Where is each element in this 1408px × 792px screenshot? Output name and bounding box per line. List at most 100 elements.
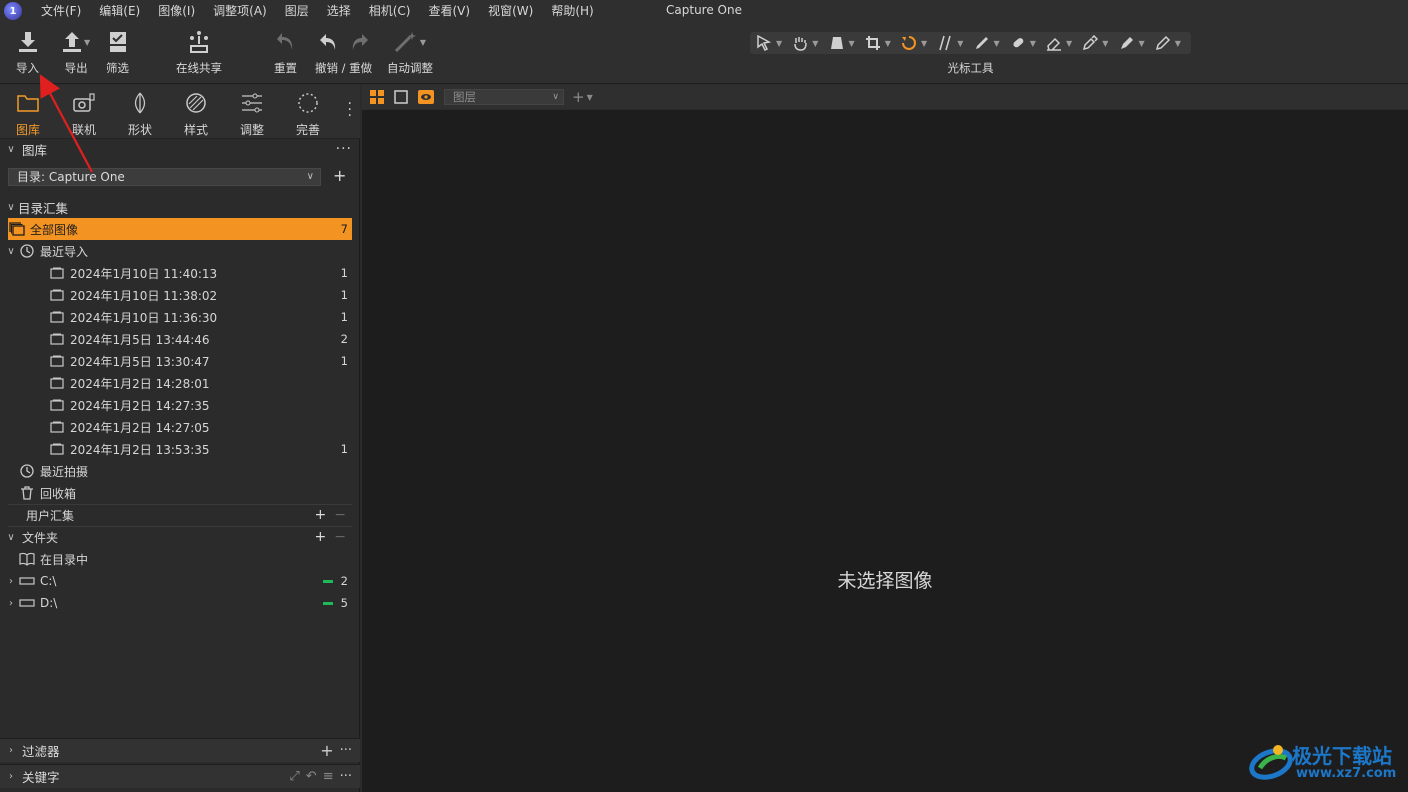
- recent-imports-item[interactable]: ∨ 最近导入: [7, 240, 352, 262]
- import-session-label: 2024年1月2日 14:27:35: [70, 398, 210, 413]
- undo-redo-button[interactable]: 撤销 / 重做: [315, 28, 372, 76]
- hand-icon: [794, 37, 807, 51]
- keystone-tool[interactable]: ▼: [829, 32, 865, 54]
- tab-tether[interactable]: 联机: [56, 91, 112, 138]
- drive-c-item[interactable]: › C:\ 2: [8, 570, 352, 592]
- expand-icon[interactable]: ⤢: [289, 769, 299, 784]
- brush-tool[interactable]: ▼: [974, 32, 1010, 54]
- more-options-icon[interactable]: ···: [340, 769, 352, 784]
- rotate-tool[interactable]: ▼: [901, 32, 937, 54]
- menu-image[interactable]: 图像(I): [149, 0, 204, 22]
- undo-redo-icons: [319, 28, 369, 56]
- menu-view[interactable]: 查看(V): [420, 0, 480, 22]
- menu-help[interactable]: 帮助(H): [542, 0, 602, 22]
- app-logo-icon[interactable]: 1: [4, 2, 22, 20]
- pointer-icon: [757, 35, 772, 51]
- straighten-tool[interactable]: ▼: [937, 32, 973, 54]
- chevron-down-icon: ∨: [306, 171, 314, 182]
- keywords-panel-header[interactable]: › 关键字 ⤢ ↶ ≡ ···: [0, 764, 360, 788]
- remove-icon[interactable]: −: [334, 507, 346, 523]
- straighten-icon: [939, 35, 951, 51]
- online-share-button[interactable]: 在线共享: [176, 28, 222, 76]
- filter-button[interactable]: 筛选: [106, 28, 129, 76]
- more-tabs-icon[interactable]: · · ·: [348, 97, 352, 123]
- image-icon: [48, 289, 66, 301]
- reset-icon[interactable]: ↶: [306, 769, 317, 784]
- drive-c-count-wrap: 2: [322, 574, 348, 588]
- import-session-item[interactable]: 2024年1月2日 14:27:35: [8, 394, 352, 416]
- tab-style[interactable]: 样式: [168, 91, 224, 138]
- filters-panel-header[interactable]: › 过滤器 + ···: [0, 738, 360, 762]
- tab-refine[interactable]: 完善: [280, 91, 336, 138]
- export-button[interactable]: ▼ 导出: [62, 28, 90, 76]
- storage-bar: [322, 580, 333, 583]
- all-images-item[interactable]: 全部图像 7: [8, 218, 352, 240]
- pan-tool[interactable]: ▼: [792, 32, 828, 54]
- layer-select[interactable]: 图层 ∨: [444, 89, 564, 105]
- catalog-collections-header[interactable]: ∨ 目录汇集: [4, 196, 364, 218]
- import-session-item[interactable]: 2024年1月5日 13:44:46 2: [8, 328, 352, 350]
- reset-button[interactable]: 重置: [274, 28, 297, 76]
- drive-d-item[interactable]: › D:\ 5: [8, 592, 352, 614]
- menu-camera[interactable]: 相机(C): [360, 0, 420, 22]
- single-view-icon[interactable]: [394, 90, 408, 104]
- chevron-right-icon[interactable]: ›: [4, 598, 18, 609]
- chevron-right-icon[interactable]: ›: [4, 576, 18, 587]
- menu-adjustments[interactable]: 调整项(A): [204, 0, 276, 22]
- folders-label: 文件夹: [22, 530, 59, 545]
- more-options-icon[interactable]: ···: [336, 141, 352, 157]
- eye-icon[interactable]: [418, 90, 434, 104]
- picker-tool[interactable]: ▼: [1082, 32, 1118, 54]
- draw-tool[interactable]: ▼: [1155, 32, 1191, 54]
- menu-file[interactable]: 文件(F): [32, 0, 90, 22]
- auto-adjust-button[interactable]: ▼ 自动调整: [387, 28, 433, 76]
- add-icon[interactable]: +: [320, 741, 333, 760]
- image-icon: [48, 443, 66, 455]
- import-session-item[interactable]: 2024年1月2日 13:53:35 1: [8, 438, 352, 460]
- viewer-area[interactable]: 未选择图像: [362, 110, 1408, 792]
- heal-tool[interactable]: ▼: [1010, 32, 1046, 54]
- trash-label: 回收箱: [40, 486, 77, 501]
- chevron-down-icon[interactable]: ▼: [587, 93, 593, 102]
- import-session-item[interactable]: 2024年1月2日 14:28:01: [8, 372, 352, 394]
- recent-captures-item[interactable]: 最近拍摄: [8, 460, 352, 482]
- crop-tool[interactable]: ▼: [865, 32, 901, 54]
- library-section-header[interactable]: ∨ 图库 ···: [0, 138, 360, 160]
- import-session-item[interactable]: 2024年1月10日 11:40:13 1: [8, 262, 352, 284]
- menu-window[interactable]: 视窗(W): [479, 0, 542, 22]
- menu-layers[interactable]: 图层: [276, 0, 318, 22]
- user-collections-header[interactable]: 用户汇集 + −: [8, 504, 352, 526]
- import-button[interactable]: 导入: [16, 28, 39, 76]
- add-icon[interactable]: +: [315, 529, 327, 545]
- rotate-icon: [902, 36, 916, 50]
- remove-icon[interactable]: −: [334, 529, 346, 545]
- tab-adjust[interactable]: 调整: [224, 91, 280, 138]
- reset-label: 重置: [274, 61, 297, 75]
- add-icon[interactable]: +: [315, 507, 327, 523]
- import-session-item[interactable]: 2024年1月5日 13:30:47 1: [8, 350, 352, 372]
- grid-view-icon[interactable]: [370, 90, 384, 104]
- more-options-icon[interactable]: ···: [340, 743, 352, 758]
- in-catalog-item[interactable]: 在目录中: [8, 548, 352, 570]
- catalog-select[interactable]: 目录: Capture One ∨: [8, 168, 321, 186]
- import-session-item[interactable]: 2024年1月10日 11:36:30 1: [8, 306, 352, 328]
- reset-icon: [276, 28, 296, 56]
- import-session-item[interactable]: 2024年1月2日 14:27:05: [8, 416, 352, 438]
- folders-header[interactable]: ∨ 文件夹 + −: [7, 526, 352, 548]
- chevron-down-icon: ∨: [7, 531, 15, 543]
- add-layer-icon[interactable]: +: [572, 88, 585, 106]
- trash-item[interactable]: 回收箱: [8, 482, 352, 504]
- select-tool[interactable]: ▼: [756, 32, 792, 54]
- tab-library[interactable]: 图库: [0, 91, 56, 138]
- import-session-item[interactable]: 2024年1月10日 11:38:02 1: [8, 284, 352, 306]
- pencil-icon: [1155, 35, 1170, 51]
- chevron-right-icon: ›: [9, 771, 13, 782]
- list-icon[interactable]: ≡: [323, 769, 334, 784]
- eraser-tool[interactable]: ▼: [1046, 32, 1082, 54]
- cursor-tools-label: 光标工具: [947, 61, 994, 75]
- menu-select[interactable]: 选择: [318, 0, 360, 22]
- annotate-tool[interactable]: ▼: [1119, 32, 1155, 54]
- menu-edit[interactable]: 编辑(E): [90, 0, 149, 22]
- tab-shape[interactable]: 形状: [112, 91, 168, 138]
- add-catalog-button[interactable]: +: [333, 166, 346, 185]
